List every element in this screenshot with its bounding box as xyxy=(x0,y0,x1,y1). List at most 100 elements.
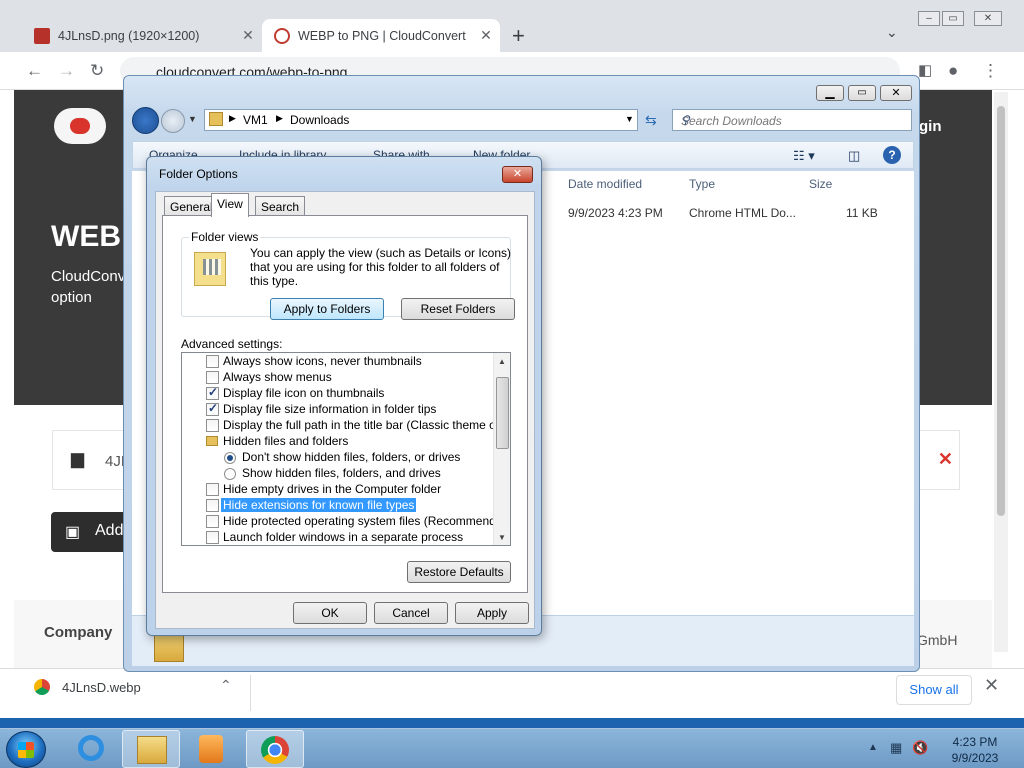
setting-always-show-menus[interactable]: Always show menus xyxy=(182,370,492,386)
checkbox-checked[interactable] xyxy=(206,385,219,400)
breadcrumb-vm1[interactable]: VM1 xyxy=(243,113,268,127)
restore-defaults-button[interactable]: Restore Defaults xyxy=(407,561,511,583)
taskbar-internet-explorer[interactable] xyxy=(62,730,120,768)
search-icon[interactable]: ⚲ xyxy=(681,113,907,127)
tab-cloudconvert[interactable]: WEBP to PNG | CloudConvert ✕ xyxy=(262,19,500,52)
download-file-name[interactable]: 4JLnsD.webp xyxy=(62,680,141,695)
forward-arrow-icon[interactable] xyxy=(161,109,185,133)
login-link[interactable]: gin xyxy=(919,118,942,135)
folder-views-description: You can apply the view (such as Details … xyxy=(250,246,512,288)
checkbox[interactable] xyxy=(206,371,219,384)
checkbox[interactable] xyxy=(206,355,219,368)
dialog-title: Folder Options xyxy=(159,167,238,181)
preview-pane-icon[interactable]: ◫ xyxy=(848,148,860,164)
ok-button[interactable]: OK xyxy=(293,602,367,624)
taskbar-media-player[interactable] xyxy=(182,730,240,768)
setting-hide-empty-drives[interactable]: Hide empty drives in the Computer folder xyxy=(182,482,492,498)
scroll-down-icon[interactable]: ▼ xyxy=(498,533,506,542)
checkbox[interactable] xyxy=(206,531,219,544)
setting-hide-extensions[interactable]: Hide extensions for known file types xyxy=(182,498,492,514)
advanced-settings-list[interactable]: Always show icons, never thumbnails Alwa… xyxy=(181,352,511,546)
minimize-button[interactable]: ▁ xyxy=(816,85,844,101)
address-bar[interactable]: ▶ VM1 ▶ Downloads ▼ xyxy=(204,109,638,131)
checkbox[interactable] xyxy=(206,515,219,528)
breadcrumb-downloads[interactable]: Downloads xyxy=(290,113,349,127)
checkbox[interactable] xyxy=(206,483,219,496)
clock-time: 4:23 PM xyxy=(952,735,998,749)
minimize-button[interactable]: ‒ xyxy=(918,11,940,26)
close-button[interactable]: ✕ xyxy=(880,85,912,101)
setting-display-file-size[interactable]: Display file size information in folder … xyxy=(182,401,492,418)
radio[interactable] xyxy=(224,468,236,480)
image-favicon-icon xyxy=(34,27,50,44)
file-size[interactable]: 11 KB xyxy=(846,206,878,220)
address-dropdown-icon[interactable]: ▼ xyxy=(625,114,634,124)
tab-view[interactable]: View xyxy=(211,193,249,217)
checkbox[interactable] xyxy=(206,499,219,512)
menu-dots-icon[interactable]: ⋮ xyxy=(982,61,999,81)
column-type[interactable]: Type xyxy=(689,177,715,191)
column-size[interactable]: Size xyxy=(809,177,832,191)
taskbar-file-explorer[interactable] xyxy=(122,730,180,768)
clock[interactable]: 4:23 PM 9/9/2023 xyxy=(936,734,1014,766)
tray-expand-icon[interactable]: ▲ xyxy=(868,742,878,753)
view-options-icon[interactable]: ☷ ▾ xyxy=(793,148,815,164)
chevron-up-icon[interactable]: ⌃ xyxy=(220,677,232,694)
page-scrollbar[interactable] xyxy=(994,92,1008,652)
breadcrumb-arrow-icon[interactable]: ▶ xyxy=(229,113,236,124)
file-type[interactable]: Chrome HTML Do... xyxy=(689,206,796,220)
setting-display-file-icon[interactable]: Display file icon on thumbnails xyxy=(182,385,492,402)
help-icon[interactable]: ? xyxy=(883,146,901,164)
tab-search[interactable]: Search xyxy=(255,196,306,216)
start-button[interactable] xyxy=(6,731,46,768)
radio-selected[interactable] xyxy=(224,452,236,464)
setting-show-hidden[interactable]: Show hidden files, folders, and drives xyxy=(182,466,492,482)
maximize-button[interactable]: ▭ xyxy=(848,85,876,101)
apply-to-folders-button[interactable]: Apply to Folders xyxy=(270,298,384,320)
scroll-up-icon[interactable]: ▲ xyxy=(498,357,506,366)
settings-scrollbar[interactable]: ▲ ▼ xyxy=(493,353,510,545)
reset-folders-button[interactable]: Reset Folders xyxy=(401,298,515,320)
setting-display-full-path[interactable]: Display the full path in the title bar (… xyxy=(182,418,510,434)
sidebar-icon[interactable]: ◧ xyxy=(918,61,932,79)
setting-always-show-icons[interactable]: Always show icons, never thumbnails xyxy=(182,354,492,370)
remove-file-icon[interactable]: ✕ xyxy=(938,449,953,470)
recent-pages-chevron-icon[interactable]: ▼ xyxy=(188,114,197,124)
taskbar-chrome[interactable] xyxy=(246,730,304,768)
checkbox[interactable] xyxy=(206,419,219,432)
scroll-thumb[interactable] xyxy=(496,377,509,449)
close-tab-icon[interactable]: ✕ xyxy=(240,27,256,44)
folder-options-dialog: Folder Options ✕ General View Search You… xyxy=(146,156,542,636)
volume-muted-icon[interactable]: 🔇 xyxy=(912,740,928,756)
cancel-button[interactable]: Cancel xyxy=(374,602,448,624)
apply-button[interactable]: Apply xyxy=(455,602,529,624)
chevron-down-icon[interactable]: ⌄ xyxy=(886,24,898,41)
cloudconvert-logo-icon[interactable] xyxy=(54,108,106,144)
close-tab-icon[interactable]: ✕ xyxy=(478,27,494,44)
close-icon[interactable]: ✕ xyxy=(984,675,999,696)
back-arrow-icon[interactable]: ← xyxy=(26,61,43,81)
profile-icon[interactable]: ● xyxy=(948,61,958,81)
taskbar: ▲ ▦ 🔇 4:23 PM 9/9/2023 xyxy=(0,728,1024,768)
network-icon[interactable]: ▦ xyxy=(890,740,902,756)
close-button[interactable]: ✕ xyxy=(974,11,1002,26)
column-date-modified[interactable]: Date modified xyxy=(568,177,642,191)
show-all-button[interactable]: Show all xyxy=(896,675,972,705)
page-scroll-thumb[interactable] xyxy=(997,106,1005,516)
maximize-button[interactable]: ▭ xyxy=(942,11,964,26)
close-button[interactable]: ✕ xyxy=(502,166,533,183)
reload-icon[interactable]: ↻ xyxy=(90,61,104,81)
forward-arrow-icon[interactable]: → xyxy=(58,61,75,81)
setting-hide-protected-files[interactable]: Hide protected operating system files (R… xyxy=(182,514,510,530)
setting-dont-show-hidden[interactable]: Don't show hidden files, folders, or dri… xyxy=(182,450,492,466)
new-tab-icon[interactable]: + xyxy=(512,23,525,49)
tab-image[interactable]: 4JLnsD.png (1920×1200) ✕ xyxy=(22,19,262,52)
clock-date: 9/9/2023 xyxy=(951,751,999,765)
refresh-icon[interactable]: ⇆ xyxy=(645,112,657,129)
setting-launch-separate-process[interactable]: Launch folder windows in a separate proc… xyxy=(182,530,492,545)
search-input[interactable]: Search Downloads ⚲ xyxy=(672,109,912,131)
file-date[interactable]: 9/9/2023 4:23 PM xyxy=(568,206,663,220)
back-arrow-icon[interactable] xyxy=(132,107,159,134)
checkbox-checked[interactable] xyxy=(206,401,219,416)
breadcrumb-arrow-icon[interactable]: ▶ xyxy=(276,113,283,124)
